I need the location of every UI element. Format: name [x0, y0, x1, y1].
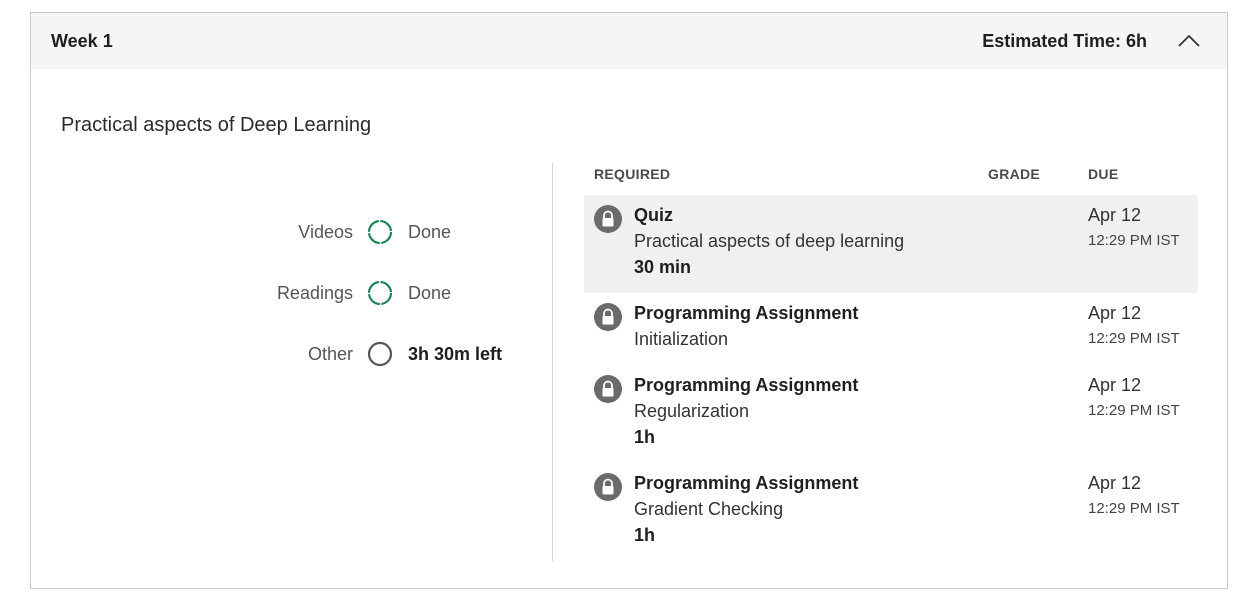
table-row[interactable]: Quiz Practical aspects of deep learning …	[584, 195, 1198, 293]
item-name[interactable]: Practical aspects of deep learning	[634, 231, 904, 252]
header-required: REQUIRED	[594, 166, 671, 182]
item-type: Quiz	[634, 205, 673, 225]
summary-label: Readings	[276, 282, 353, 303]
progress-complete-icon	[367, 219, 393, 245]
table-row[interactable]: Programming Assignment Initialization Ap…	[584, 293, 1198, 365]
table-row[interactable]: Programming Assignment Gradient Checking…	[584, 463, 1198, 561]
due-date: Apr 12	[1088, 473, 1142, 493]
item-type: Programming Assignment	[634, 303, 859, 323]
item-duration: 1h	[634, 525, 656, 545]
due-date: Apr 12	[1088, 205, 1142, 225]
progress-complete-icon	[367, 280, 393, 306]
summary-status: 3h 30m left	[408, 343, 503, 364]
due-date: Apr 12	[1088, 375, 1142, 395]
due-time: 12:29 PM IST	[1088, 232, 1180, 249]
summary-row-other: Other 3h 30m left	[31, 339, 551, 369]
estimated-time: Estimated Time: 6h	[982, 30, 1147, 51]
due-date: Apr 12	[1088, 303, 1142, 323]
chevron-up-icon	[1178, 34, 1200, 47]
table-row[interactable]: Programming Assignment Regularization 1h…	[584, 365, 1198, 463]
summary-label: Other	[307, 343, 353, 364]
progress-empty-icon	[367, 341, 393, 367]
item-name[interactable]: Initialization	[634, 329, 728, 350]
item-name[interactable]: Regularization	[634, 401, 749, 422]
summary-status: Done	[408, 221, 452, 242]
item-name[interactable]: Gradient Checking	[634, 499, 783, 520]
item-type: Programming Assignment	[634, 473, 859, 493]
week-card: Week 1 Estimated Time: 6h Practical aspe…	[30, 12, 1228, 589]
table-header: REQUIRED GRADE DUE	[584, 163, 1198, 195]
due-time: 12:29 PM IST	[1088, 402, 1180, 419]
header-due: DUE	[1088, 166, 1119, 182]
item-duration: 30 min	[634, 257, 692, 277]
item-type: Programming Assignment	[634, 375, 859, 395]
week-header[interactable]: Week 1 Estimated Time: 6h	[31, 13, 1227, 69]
summary-row-videos: Videos Done	[31, 217, 551, 247]
summary-label: Videos	[298, 221, 353, 242]
required-items-table: REQUIRED GRADE DUE Quiz Practical aspect…	[584, 163, 1198, 561]
item-duration: 1h	[634, 427, 656, 447]
summary-status: Done	[408, 282, 452, 303]
column-divider	[552, 163, 553, 561]
summary-row-readings: Readings Done	[31, 278, 551, 308]
lock-icon	[594, 303, 622, 331]
collapse-button[interactable]	[1171, 23, 1207, 59]
due-time: 12:29 PM IST	[1088, 330, 1180, 347]
header-right: Estimated Time: 6h	[982, 23, 1207, 59]
header-grade: GRADE	[988, 166, 1041, 182]
lock-icon	[594, 473, 622, 501]
lock-icon	[594, 205, 622, 233]
lock-icon	[594, 375, 622, 403]
section-title: Practical aspects of Deep Learning	[61, 114, 372, 136]
due-time: 12:29 PM IST	[1088, 500, 1180, 517]
week-title: Week 1	[51, 30, 113, 51]
